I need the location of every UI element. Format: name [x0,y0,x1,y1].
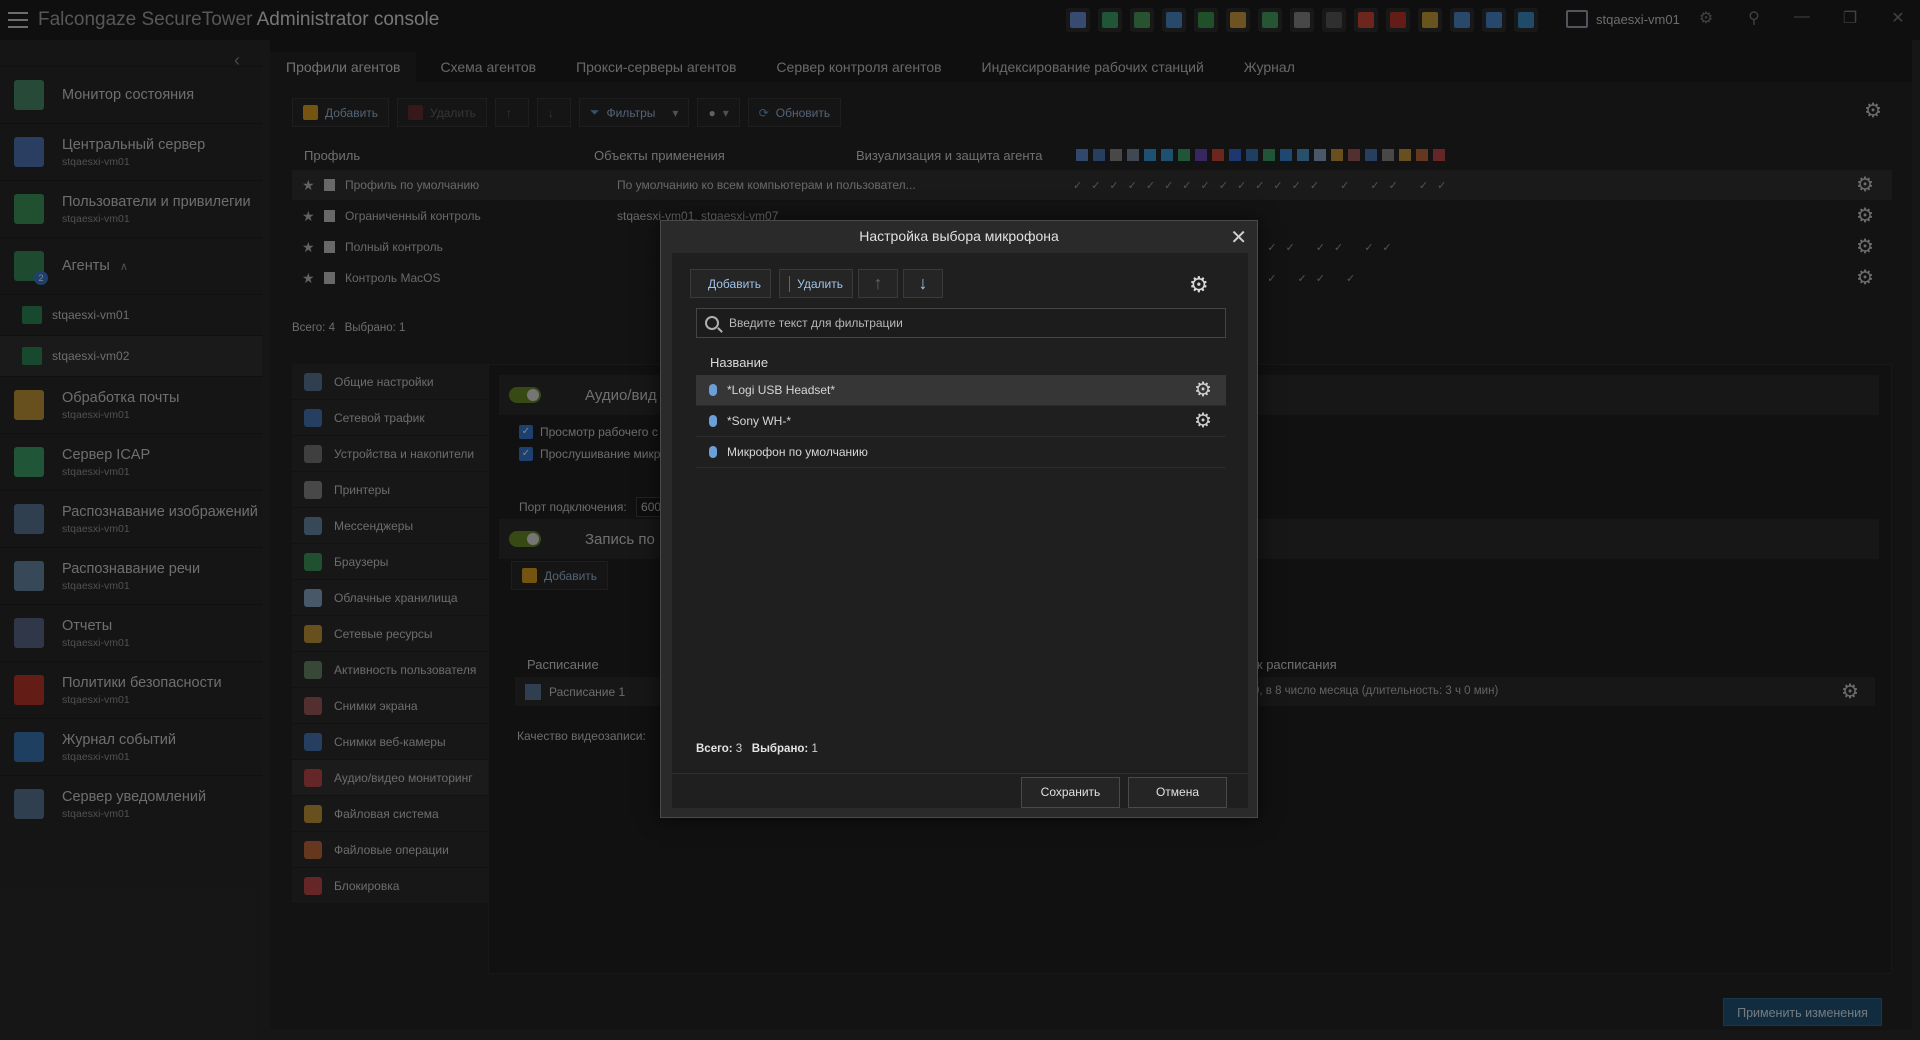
button-label: Удалить [797,276,843,291]
filter-placeholder: Введите текст для фильтрации [729,316,903,330]
delete-microphone-button[interactable]: Удалить [779,269,853,298]
gear-icon[interactable]: ⚙ [1189,272,1209,298]
gear-icon[interactable]: ⚙ [1194,380,1212,400]
microphone-icon [709,415,717,427]
list-item[interactable]: *Sony WH-* ⚙ [696,406,1226,437]
microphone-name: *Sony WH-* [727,414,792,428]
arrow-down-icon: ↓ [918,273,928,293]
name-column-header[interactable]: Название [710,355,768,370]
arrow-up-icon: ↑ [873,273,883,293]
microphone-name: *Logi USB Headset* [727,383,836,397]
list-item[interactable]: Микрофон по умолчанию [696,437,1226,468]
button-label: Добавить [708,276,762,291]
microphone-dialog: Настройка выбора микрофона ✕ Добавить Уд… [660,220,1258,818]
filter-input[interactable]: Введите текст для фильтрации [696,308,1226,338]
save-button[interactable]: Сохранить [1021,777,1120,808]
microphone-icon [709,446,717,458]
divider [672,773,1248,774]
cancel-button[interactable]: Отмена [1128,777,1227,808]
dialog-title: Настройка выбора микрофона [859,228,1059,244]
close-icon[interactable]: ✕ [1230,225,1247,250]
microphone-icon [709,384,717,396]
move-up-button[interactable]: ↑ [858,269,898,298]
list-item[interactable]: *Logi USB Headset* ⚙ [696,375,1226,406]
dialog-body: Добавить Удалить ↑ ↓ ⚙ Введите текст для… [672,253,1248,808]
gear-icon[interactable]: ⚙ [1194,411,1212,431]
list-summary: Всего: 3 Выбрано: 1 [696,743,818,755]
microphone-name: Микрофон по умолчанию [727,445,868,459]
search-icon [705,316,719,330]
add-microphone-button[interactable]: Добавить [690,269,771,298]
move-down-button[interactable]: ↓ [903,269,943,298]
